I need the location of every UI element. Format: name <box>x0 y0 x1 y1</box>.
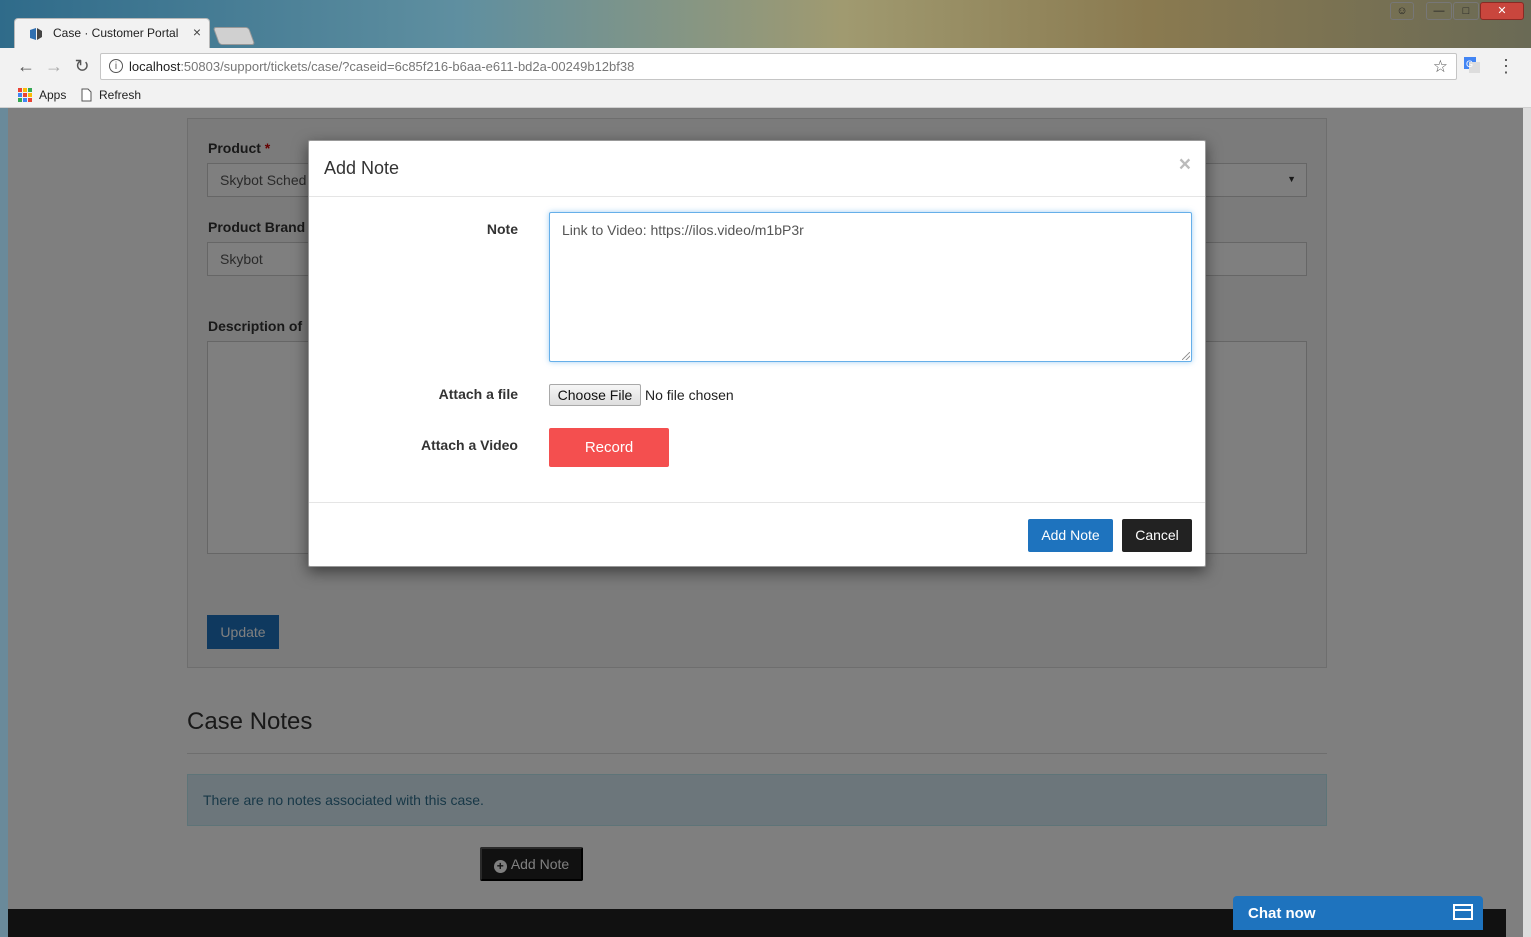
modal-header-divider <box>309 196 1205 197</box>
add-note-button[interactable]: Add Note <box>1028 519 1113 552</box>
address-bar[interactable]: i localhost:50803/support/tickets/case/?… <box>100 53 1457 80</box>
close-window-button[interactable]: ✕ <box>1480 2 1524 20</box>
add-note-modal: Add Note × Note Link to Video: https://i… <box>308 140 1206 567</box>
new-tab-button[interactable] <box>212 27 256 45</box>
bookmark-refresh[interactable]: Refresh <box>99 88 141 102</box>
info-icon[interactable]: i <box>109 59 123 73</box>
record-button[interactable]: Record <box>549 428 669 467</box>
bookmark-star-icon[interactable]: ☆ <box>1433 57 1448 77</box>
svg-text:G: G <box>1466 59 1473 69</box>
url-host: localhost <box>129 59 181 74</box>
no-file-chosen-text: No file chosen <box>645 387 734 403</box>
bookmark-apps[interactable]: Apps <box>39 88 66 102</box>
browser-toolbar: ← → ↻ i localhost:50803/support/tickets/… <box>0 48 1531 84</box>
chat-now-label: Chat now <box>1248 905 1316 922</box>
translate-icon[interactable]: G <box>1464 57 1480 73</box>
apps-grid-icon[interactable] <box>18 88 32 102</box>
back-icon[interactable]: ← <box>16 56 36 77</box>
note-label: Note <box>486 221 518 237</box>
modal-title: Add Note <box>324 158 400 178</box>
tab-title: Case · Customer Portal <box>53 26 179 40</box>
attach-video-label: Attach a Video <box>421 437 518 453</box>
bookmarks-bar: Apps Refresh <box>0 84 1531 108</box>
cancel-button[interactable]: Cancel <box>1122 519 1192 552</box>
chat-widget[interactable]: Chat now <box>1233 896 1483 930</box>
profile-button[interactable]: ☺ <box>1390 2 1414 20</box>
chat-window-icon[interactable] <box>1453 904 1473 920</box>
url-path: :50803/support/tickets/case/?caseid=6c85… <box>180 59 635 74</box>
reload-icon[interactable]: ↻ <box>72 56 92 77</box>
modal-footer-divider <box>309 502 1205 503</box>
tab-close-icon[interactable]: × <box>193 24 201 40</box>
portal-favicon-icon <box>30 28 42 40</box>
resize-handle-icon[interactable] <box>1182 352 1190 360</box>
forward-icon[interactable]: → <box>44 56 64 77</box>
attach-file-label: Attach a file <box>438 386 518 402</box>
browser-tab[interactable]: Case · Customer Portal × <box>14 18 210 48</box>
menu-icon[interactable]: ⋮ <box>1496 56 1516 77</box>
url-text: localhost:50803/support/tickets/case/?ca… <box>129 59 634 74</box>
choose-file-button[interactable]: Choose File <box>549 384 641 406</box>
minimize-button[interactable]: — <box>1426 2 1452 20</box>
close-icon[interactable]: × <box>1179 153 1191 177</box>
note-textarea[interactable]: Link to Video: https://ilos.video/m1bP3r <box>549 212 1192 362</box>
note-value: Link to Video: https://ilos.video/m1bP3r <box>562 222 804 238</box>
page-icon <box>81 88 92 102</box>
window-titlebar: Case · Customer Portal × ☺ — □ ✕ <box>0 0 1531 48</box>
maximize-button[interactable]: □ <box>1453 2 1479 20</box>
scrollbar[interactable] <box>1523 108 1531 937</box>
